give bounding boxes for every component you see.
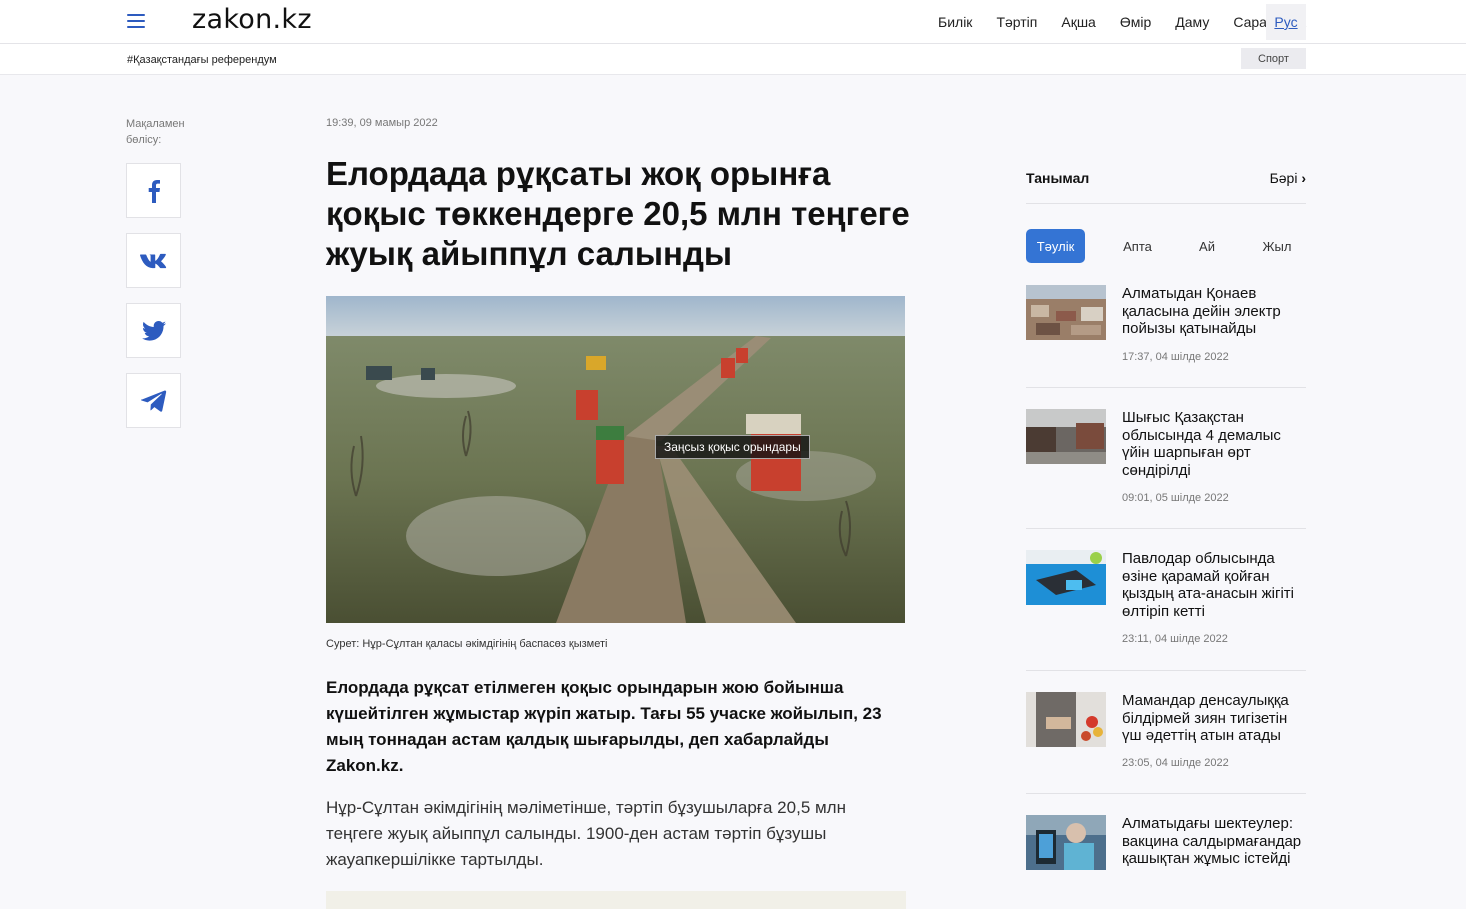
nav-item-bilik[interactable]: Билік — [938, 14, 972, 30]
tab-week[interactable]: Апта — [1108, 229, 1167, 263]
share-vk-button[interactable] — [126, 233, 181, 288]
share-telegram-button[interactable] — [126, 373, 181, 428]
share-label: Мақаламен бөлісу: — [126, 118, 185, 146]
divider — [1026, 528, 1306, 529]
list-item[interactable]: Мамандар денсаулыққа білдірмей зиян тигі… — [1026, 692, 1306, 782]
site-logo[interactable]: zakon.kz — [192, 4, 312, 35]
list-item[interactable]: Павлодар облысында өзіне қарамай қойған … — [1026, 550, 1306, 650]
period-tabs: Тәулік Апта Ай Жыл — [1026, 229, 1306, 263]
news-title: Алматыдағы шектеулер: вакцина салдырмаға… — [1122, 815, 1302, 867]
nav-item-damu[interactable]: Даму — [1175, 14, 1209, 30]
news-thumbnail — [1026, 550, 1106, 605]
divider — [1026, 670, 1306, 671]
news-title: Мамандар денсаулыққа білдірмей зиян тигі… — [1122, 692, 1289, 744]
nav-item-aksha[interactable]: Ақша — [1061, 14, 1095, 30]
main-nav: Билік Тәртіп Ақша Өмір Даму Сараптама — [914, 0, 1306, 44]
article-title: Елордада рұқсаты жоқ орынға қоқыс төккен… — [326, 155, 910, 272]
facebook-icon — [148, 179, 160, 203]
share-twitter-button[interactable] — [126, 303, 181, 358]
photo-overlay-label: Заңсыз қоқыс орындары — [655, 435, 810, 459]
chevron-right-icon: › — [1301, 170, 1306, 186]
news-title: Алматыдан Қонаев қаласына дейін электр п… — [1122, 285, 1281, 337]
article-photo — [326, 296, 905, 623]
list-item[interactable]: Шығыс Қазақстан облысында 4 демалыс үйін… — [1026, 409, 1306, 509]
tab-year[interactable]: Жыл — [1262, 229, 1292, 263]
trending-tag[interactable]: #Қазақстандағы референдум — [127, 54, 277, 66]
list-item[interactable]: Алматыдан Қонаев қаласына дейін электр п… — [1026, 285, 1306, 375]
news-thumbnail — [1026, 815, 1106, 870]
photo-caption: Сурет: Нұр-Сұлтан қаласы әкімдігінің бас… — [326, 638, 608, 650]
see-all-label: Бәрі — [1269, 170, 1298, 186]
twitter-icon — [141, 320, 166, 341]
divider — [1026, 387, 1306, 388]
embedded-block — [326, 891, 906, 909]
popular-header: Танымал Бәрі › — [1026, 170, 1306, 204]
tab-day[interactable]: Тәулік — [1026, 229, 1085, 263]
news-thumbnail — [1026, 285, 1106, 340]
news-date: 23:05, 04 шілде 2022 — [1122, 757, 1229, 769]
share-facebook-button[interactable] — [126, 163, 181, 218]
list-item[interactable]: Алматыдағы шектеулер: вакцина салдырмаға… — [1026, 815, 1306, 909]
see-all-link[interactable]: Бәрі › — [1270, 170, 1306, 186]
news-date: 17:37, 04 шілде 2022 — [1122, 351, 1229, 363]
news-date: 09:01, 05 шілде 2022 — [1122, 492, 1229, 504]
tab-month[interactable]: Ай — [1192, 229, 1222, 263]
sub-header: #Қазақстандағы референдум Спорт — [0, 44, 1466, 75]
article-body: Нұр-Сұлтан әкімдігінің мәліметінше, тәрт… — [326, 798, 846, 869]
news-title: Шығыс Қазақстан облысында 4 демалыс үйін… — [1122, 409, 1281, 479]
menu-icon[interactable] — [127, 14, 145, 28]
telegram-icon — [140, 390, 166, 412]
news-title: Павлодар облысында өзіне қарамай қойған … — [1122, 550, 1295, 620]
divider — [1026, 793, 1306, 794]
popular-title: Танымал — [1026, 170, 1090, 186]
nav-item-tartip[interactable]: Тәртіп — [996, 14, 1037, 30]
news-thumbnail — [1026, 692, 1106, 747]
sport-button[interactable]: Спорт — [1241, 48, 1306, 69]
nav-item-omir[interactable]: Өмір — [1120, 14, 1151, 30]
language-switch[interactable]: Рус — [1266, 4, 1306, 40]
article-lead: Елордада рұқсат етілмеген қоқыс орындары… — [326, 678, 882, 775]
news-date: 23:11, 04 шілде 2022 — [1122, 633, 1228, 645]
site-header: zakon.kz Билік Тәртіп Ақша Өмір Даму Сар… — [0, 0, 1466, 44]
article-date: 19:39, 09 мамыр 2022 — [326, 117, 438, 129]
news-thumbnail — [1026, 409, 1106, 464]
vk-icon — [139, 253, 166, 268]
